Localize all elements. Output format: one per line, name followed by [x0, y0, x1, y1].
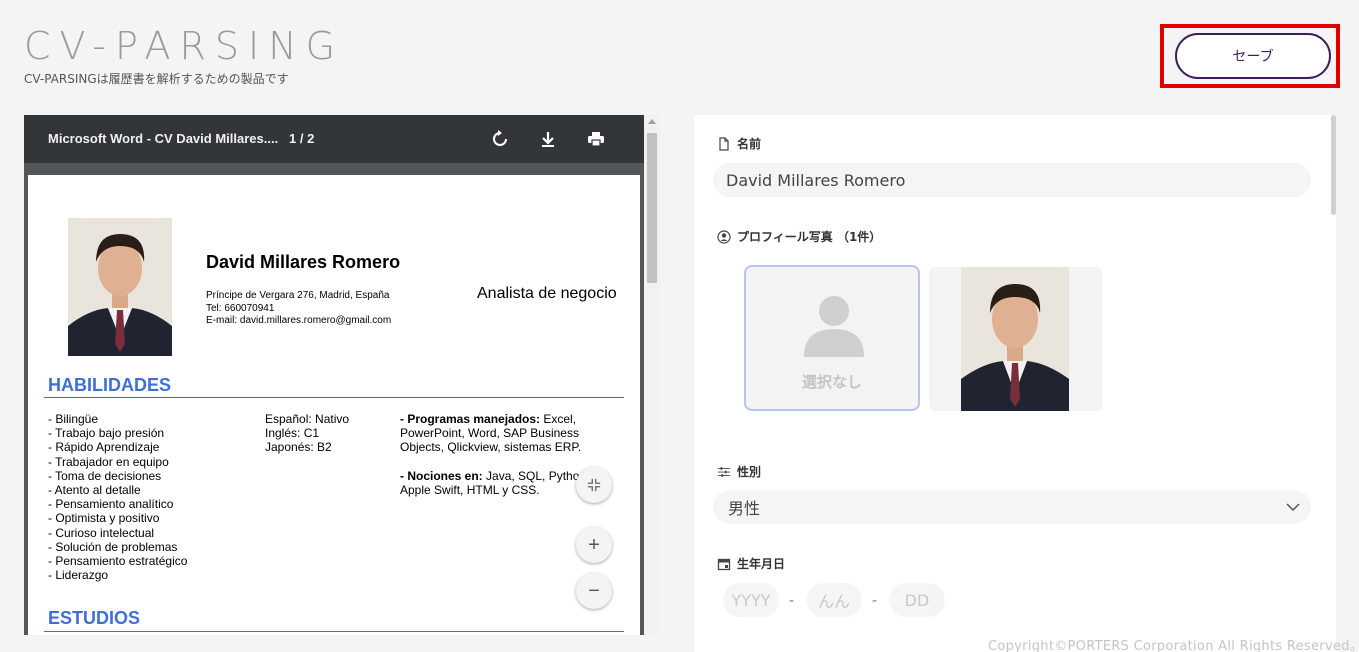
zoom-out-button[interactable]: −	[576, 573, 612, 609]
cv-skills-list: - Bilingüe - Trabajo bajo presión - Rápi…	[48, 412, 187, 582]
pdf-toolbar: Microsoft Word - CV David Millares.... 1…	[24, 115, 644, 163]
pdf-page-counter: 1 / 2	[289, 131, 315, 146]
list-item: - Trabajador en equipo	[48, 454, 169, 469]
list-item: - Toma de decisiones	[48, 468, 162, 483]
fit-page-button[interactable]	[576, 467, 612, 503]
cv-contact: Príncipe de Vergara 276, Madrid, España …	[206, 290, 391, 328]
zoom-in-button[interactable]: +	[576, 527, 612, 563]
dob-month-input[interactable]: んん	[806, 583, 862, 617]
form-panel: 名前 David Millares Romero プロフィール写真 （1件） 選…	[694, 115, 1336, 652]
gender-field-label: 性別	[717, 463, 761, 480]
user-circle-icon	[717, 229, 731, 244]
dob-separator: -	[789, 593, 795, 609]
pdf-page: David Millares Romero Príncipe de Vergar…	[28, 175, 640, 635]
cv-notions-label: - Nociones en:	[400, 468, 483, 483]
cv-programs-line: PowerPoint, Word, SAP Business	[400, 426, 579, 441]
list-item: - Optimista y positivo	[48, 511, 160, 526]
scroll-up-arrow-icon[interactable]	[648, 119, 656, 124]
list-item: - Curioso intelectual	[48, 525, 155, 540]
pdf-scrollbar[interactable]	[644, 115, 660, 635]
list-item: Japonés: B2	[265, 440, 332, 455]
list-item: - Rápido Aprendizaje	[48, 440, 160, 455]
cv-section-rule	[44, 631, 624, 632]
dob-field-label: 生年月日	[717, 555, 785, 572]
list-item: Español: Nativo	[265, 412, 350, 426]
print-icon[interactable]	[586, 129, 606, 149]
cv-role: Analista de negocio	[477, 285, 617, 302]
sliders-icon	[717, 466, 731, 477]
profile-photo-thumbnail	[961, 267, 1069, 411]
chevron-down-icon	[1286, 503, 1300, 512]
list-item: - Pensamiento analítico	[48, 497, 174, 512]
document-icon	[719, 136, 729, 151]
app-subtitle: CV-PARSINGは履歴書を解析するための製品です	[24, 72, 289, 86]
dob-day-input[interactable]: DD	[889, 583, 945, 617]
cv-address: Príncipe de Vergara 276, Madrid, España	[206, 290, 390, 301]
cv-name: David Millares Romero	[206, 252, 401, 272]
cv-notions-line: Java, SQL, Pytho	[482, 468, 580, 483]
copyright: Copyright©PORTERS Corporation All Rights…	[988, 639, 1359, 652]
photo-field-label: プロフィール写真 （1件）	[717, 228, 881, 245]
cv-programs-line: Excel,	[540, 412, 577, 426]
pdf-scroll-thumb[interactable]	[647, 133, 657, 283]
dob-separator: -	[872, 593, 878, 609]
list-item: - Solución de problemas	[48, 539, 178, 554]
cv-programs-label: - Programas manejados:	[400, 412, 541, 426]
dob-year-input[interactable]: YYYY	[723, 583, 779, 617]
name-field-label: 名前	[717, 135, 761, 152]
gender-select[interactable]: 男性	[713, 490, 1311, 524]
cv-phone: Tel: 660070941	[206, 302, 275, 314]
cv-email: E-mail: david.millares.romero@gmail.com	[206, 315, 392, 326]
list-item: Inglés: C1	[265, 426, 320, 441]
cv-programs-line: Objects, Qlickview, sistemas ERP.	[400, 440, 582, 455]
photo-option-1[interactable]	[929, 267, 1102, 411]
app-title: CV-PARSING	[24, 24, 345, 68]
cv-section-rule	[44, 397, 624, 398]
calendar-icon	[717, 558, 731, 570]
photo-option-none[interactable]: 選択なし	[744, 265, 920, 411]
list-item: - Liderazgo	[48, 568, 109, 583]
pdf-viewer: Microsoft Word - CV David Millares.... 1…	[24, 115, 660, 635]
name-input[interactable]: David Millares Romero	[713, 163, 1311, 197]
cv-section-skills: HABILIDADES	[48, 375, 172, 395]
rotate-icon[interactable]	[490, 129, 510, 149]
person-placeholder-icon	[804, 296, 864, 357]
list-item: - Trabajo bajo presión	[48, 426, 165, 441]
fit-icon	[587, 478, 601, 492]
form-scrollbar[interactable]	[1331, 115, 1336, 215]
download-icon[interactable]	[538, 129, 558, 149]
photo-none-label: 選択なし	[801, 373, 862, 391]
cv-profile-photo	[68, 218, 172, 356]
save-button[interactable]: セーブ	[1175, 33, 1331, 79]
list-item: - Bilingüe	[48, 412, 99, 426]
cv-section-studies: ESTUDIOS	[48, 608, 141, 628]
pdf-title: Microsoft Word - CV David Millares....	[48, 131, 279, 146]
list-item: - Pensamiento estratégico	[48, 554, 188, 569]
cv-languages-list: Español: Nativo Inglés: C1 Japonés: B2	[265, 412, 349, 455]
list-item: - Atento al detalle	[48, 483, 141, 498]
gender-select-value: 男性	[728, 499, 761, 518]
